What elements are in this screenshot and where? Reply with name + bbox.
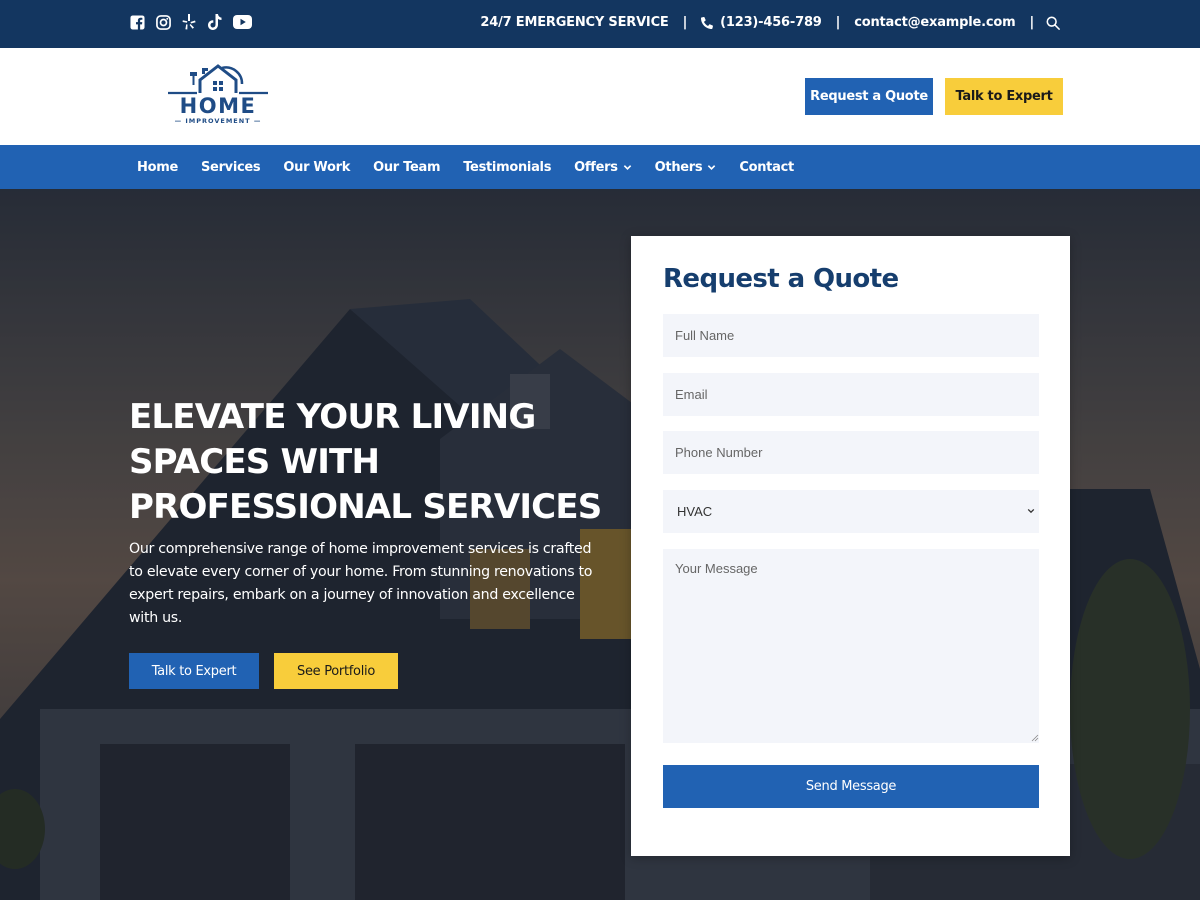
instagram-icon[interactable]	[155, 14, 171, 30]
nav-label: Our Work	[283, 159, 351, 175]
nav-label: Services	[200, 159, 261, 175]
social-links	[129, 14, 252, 30]
nav-label: Others	[654, 159, 703, 175]
nav-label: Contact	[739, 159, 794, 175]
request-quote-button[interactable]: Request a Quote	[805, 78, 933, 115]
phone-icon	[701, 16, 714, 29]
service-select[interactable]: HVAC	[663, 490, 1039, 533]
form-title: Request a Quote	[663, 264, 899, 294]
service-select-value: HVAC	[677, 504, 713, 519]
search-icon[interactable]	[1046, 16, 1060, 30]
hero-title-line: ELEVATE YOUR LIVING	[129, 397, 536, 437]
nav-item-our-work[interactable]: Our Work	[283, 160, 350, 175]
nav-item-our-team[interactable]: Our Team	[373, 160, 440, 175]
email-field[interactable]	[663, 373, 1039, 416]
hero-description: Our comprehensive range of home improvem…	[129, 541, 593, 626]
site-header: HOME — IMPROVEMENT — Request a Quote Tal…	[0, 48, 1200, 145]
resize-grip-icon[interactable]	[1031, 734, 1039, 742]
divider: |	[1029, 15, 1034, 30]
facebook-icon[interactable]	[129, 14, 145, 30]
logo-title: HOME	[179, 94, 257, 118]
quote-form: Request a Quote HVAC Send Message	[631, 236, 1070, 856]
chevron-down-icon	[708, 164, 716, 170]
nav-item-offers[interactable]: Offers	[574, 160, 632, 175]
yelp-icon[interactable]	[181, 14, 197, 30]
top-contact-info: 24/7 EMERGENCY SERVICE | (123)-456-789 |…	[480, 15, 1060, 30]
message-field[interactable]	[663, 549, 1039, 743]
hero-title-line: SPACES WITH	[129, 442, 380, 482]
nav-item-services[interactable]: Services	[200, 159, 261, 175]
phone-number: (123)-456-789	[720, 15, 822, 30]
logo-subtitle: — IMPROVEMENT —	[174, 117, 262, 125]
divider: |	[835, 15, 841, 30]
nav-label: Testimonials	[463, 159, 552, 175]
phone-field[interactable]	[663, 431, 1039, 474]
hero-title-line: PROFESSIONAL SERVICES	[129, 487, 602, 527]
see-portfolio-button[interactable]: See Portfolio	[274, 653, 398, 689]
email-link[interactable]: contact@example.com	[854, 15, 1015, 30]
nav-item-contact[interactable]: Contact	[739, 160, 794, 175]
chevron-down-icon	[1027, 508, 1035, 514]
divider: |	[682, 15, 688, 30]
chevron-down-icon	[623, 164, 631, 170]
nav-label: Our Team	[373, 159, 441, 175]
hero-talk-to-expert-button[interactable]: Talk to Expert	[129, 653, 259, 689]
phone-link[interactable]: (123)-456-789	[701, 15, 822, 30]
tiktok-icon[interactable]	[207, 14, 223, 30]
nav-item-home[interactable]: Home	[137, 160, 178, 175]
youtube-icon[interactable]	[233, 14, 252, 30]
emergency-service-text: 24/7 EMERGENCY SERVICE	[480, 15, 669, 30]
nav-label: Offers	[574, 159, 618, 175]
hero-title: ELEVATE YOUR LIVING SPACES WITH PROFESSI…	[129, 395, 629, 530]
nav-label: Home	[137, 159, 178, 175]
main-nav: Home Services Our Work Our Team Testimon…	[0, 145, 1200, 189]
full-name-field[interactable]	[663, 314, 1039, 357]
house-logo-icon	[168, 64, 268, 95]
logo[interactable]: HOME — IMPROVEMENT —	[166, 62, 270, 128]
top-bar: 24/7 EMERGENCY SERVICE | (123)-456-789 |…	[0, 0, 1200, 48]
talk-to-expert-button[interactable]: Talk to Expert	[945, 78, 1063, 115]
send-message-button[interactable]: Send Message	[663, 765, 1039, 808]
nav-item-others[interactable]: Others	[655, 160, 717, 175]
nav-item-testimonials[interactable]: Testimonials	[463, 160, 551, 175]
